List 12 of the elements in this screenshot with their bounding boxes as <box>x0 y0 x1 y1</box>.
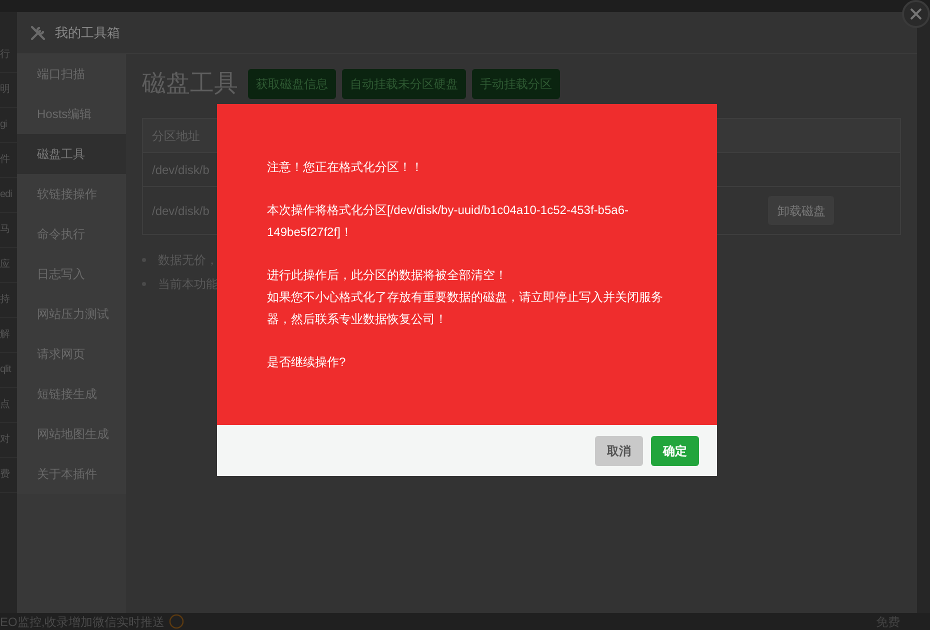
warning-text: 如果您不小心格式化了存放有重要数据的磁盘，请立即停止写入并关闭服务器，然后联系专业数据恢复公司！ <box>267 289 664 328</box>
warning-text: 本次操作将格式化分区[/dev/disk/by-uuid/b1c04a10-1c52-453f-b5a6-149be5f27f2f]！ <box>267 202 630 241</box>
sidebar-item[interactable]: 磁盘工具 <box>17 134 126 174</box>
cancel-button[interactable]: 取消 <box>595 436 643 466</box>
tools-icon <box>29 24 47 42</box>
warning-text: 进行此操作后，此分区的数据将被全部清空！ <box>267 267 508 284</box>
close-icon[interactable] <box>910 8 922 20</box>
warning-text: 注意！您正在格式化分区！！ <box>267 159 424 176</box>
warning-text: 是否继续操作? <box>267 354 347 371</box>
window-title: 我的工具箱 <box>55 24 120 42</box>
confirm-button[interactable]: 确定 <box>651 436 699 466</box>
unmount-button[interactable]: 卸载磁盘 <box>768 196 834 225</box>
